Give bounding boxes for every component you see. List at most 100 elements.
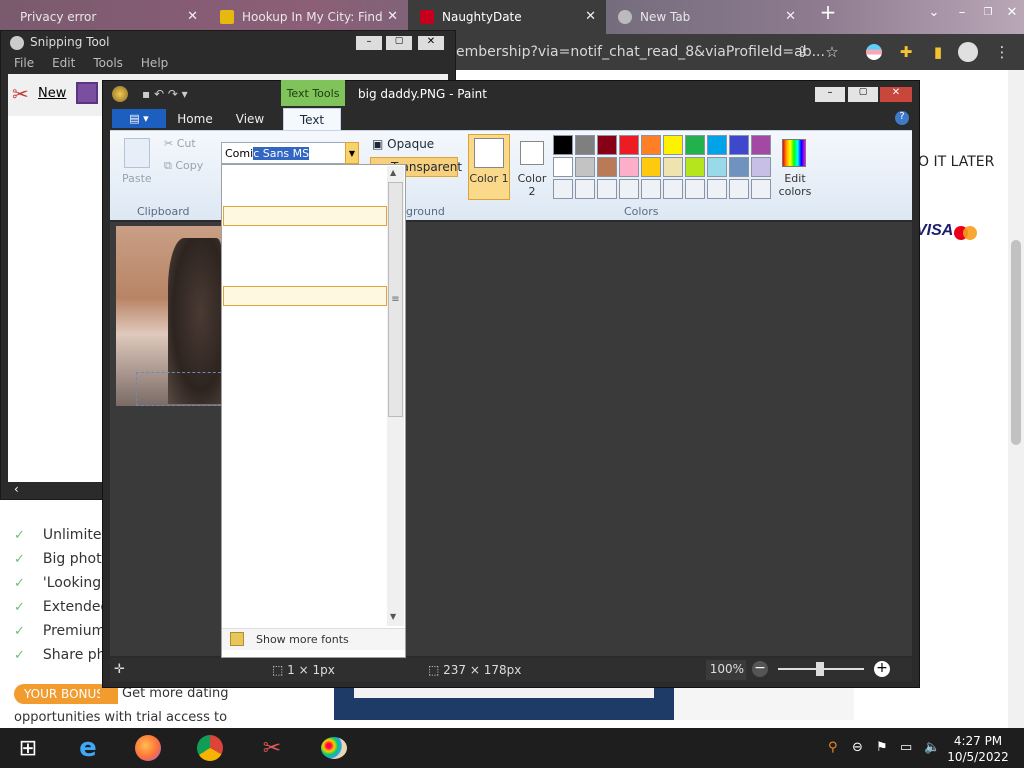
taskbar-clock[interactable]: 4:27 PM 10/5/2022 <box>944 733 1012 765</box>
palette-color-swatch[interactable] <box>597 157 617 177</box>
extensions-icon[interactable]: ✚ <box>896 42 916 62</box>
address-bar[interactable]: embership?via=notif_chat_read_8&viaProfi… <box>452 39 848 65</box>
palette-color-swatch[interactable] <box>553 157 573 177</box>
text-selection-box[interactable] <box>136 372 226 406</box>
maximize-button[interactable]: ▢ <box>848 87 878 102</box>
close-window-button[interactable]: ✕ <box>418 36 444 50</box>
scroll-left-arrow[interactable]: ‹ <box>8 482 102 498</box>
palette-color-swatch[interactable] <box>751 135 771 155</box>
palette-color-swatch[interactable] <box>751 179 771 199</box>
menu-edit[interactable]: Edit <box>52 56 75 70</box>
paint-taskbar-icon[interactable] <box>314 730 354 766</box>
snipping-tool-taskbar-icon[interactable]: ✂ <box>252 730 292 766</box>
paste-button[interactable]: Paste <box>122 172 152 185</box>
quick-access-toolbar[interactable]: ▪ ↶ ↷ ▾ <box>142 87 188 101</box>
palette-color-swatch[interactable] <box>641 179 661 199</box>
close-window-button[interactable]: ✕ <box>880 87 912 102</box>
show-more-fonts-button[interactable]: Show more fonts <box>222 628 405 650</box>
palette-color-swatch[interactable] <box>707 157 727 177</box>
palette-color-swatch[interactable] <box>553 179 573 199</box>
palette-color-swatch[interactable] <box>729 157 749 177</box>
palette-color-swatch[interactable] <box>663 135 683 155</box>
font-list-item[interactable] <box>223 206 387 226</box>
palette-color-swatch[interactable] <box>619 157 639 177</box>
flag-icon[interactable]: ⚑ <box>876 740 888 755</box>
copy-button[interactable]: ⧉ Copy <box>164 159 203 173</box>
tab-home[interactable]: Home <box>170 108 220 130</box>
palette-color-swatch[interactable] <box>575 135 595 155</box>
palette-color-swatch[interactable] <box>597 179 617 199</box>
tab-new-tab[interactable]: New Tab ✕ <box>606 0 806 34</box>
chrome-icon[interactable] <box>190 730 230 766</box>
palette-color-swatch[interactable] <box>641 157 661 177</box>
minimize-button[interactable]: – <box>815 87 845 102</box>
new-snip-button[interactable]: New <box>38 86 66 101</box>
bookmark-star-icon[interactable]: ☆ <box>822 42 842 62</box>
palette-color-swatch[interactable] <box>619 135 639 155</box>
zoom-in-button[interactable]: + <box>874 661 890 677</box>
tab-privacy-error[interactable]: Privacy error ✕ <box>0 0 208 34</box>
palette-color-swatch[interactable] <box>641 135 661 155</box>
tab-naughtydate[interactable]: NaughtyDate ✕ <box>408 0 606 34</box>
close-icon[interactable]: ✕ <box>585 9 596 24</box>
chevron-down-icon[interactable]: ▼ <box>345 142 359 164</box>
close-icon[interactable]: ✕ <box>785 9 796 24</box>
palette-color-swatch[interactable] <box>685 135 705 155</box>
zoom-out-button[interactable]: − <box>752 661 768 677</box>
font-family-combobox[interactable]: Comi c Sans MS <box>221 142 359 164</box>
network-icon[interactable]: ▭ <box>900 740 912 755</box>
palette-color-swatch[interactable] <box>663 157 683 177</box>
volume-icon[interactable]: 🔈 <box>924 740 940 755</box>
font-dropdown-list[interactable] <box>221 164 406 658</box>
firefox-icon[interactable] <box>128 730 168 766</box>
minimize-button[interactable]: – <box>356 36 382 50</box>
tab-hookup[interactable]: Hookup In My City: Find ✕ <box>208 0 408 34</box>
cut-button[interactable]: ✂ Cut <box>164 137 196 150</box>
share-icon[interactable]: ⇪ <box>792 42 812 62</box>
palette-color-swatch[interactable] <box>729 135 749 155</box>
palette-color-swatch[interactable] <box>553 135 573 155</box>
font-list-scrollbar-thumb[interactable]: ≡ <box>388 182 403 417</box>
palette-color-swatch[interactable] <box>729 179 749 199</box>
close-icon[interactable]: ✕ <box>187 9 198 24</box>
scroll-up-arrow[interactable]: ▲ <box>390 168 396 177</box>
palette-color-swatch[interactable] <box>619 179 639 199</box>
help-icon[interactable]: ? <box>895 111 909 125</box>
edit-colors-button[interactable]: Edit colors <box>778 172 812 198</box>
menu-help[interactable]: Help <box>141 56 168 70</box>
close-window-button[interactable]: ✕ <box>996 0 1024 24</box>
palette-color-swatch[interactable] <box>685 179 705 199</box>
zoom-slider-thumb[interactable] <box>816 662 824 676</box>
palette-color-swatch[interactable] <box>707 179 727 199</box>
windows-start-icon[interactable]: ⊞ <box>8 730 48 766</box>
opaque-button[interactable]: ▣ Opaque <box>372 137 434 151</box>
color2-button[interactable] <box>520 141 544 165</box>
maximize-button[interactable]: ▢ <box>386 36 412 50</box>
paint-file-menu-button[interactable]: ▤ ▾ <box>112 109 166 128</box>
account-avatar-icon[interactable] <box>958 42 978 62</box>
menu-tools[interactable]: Tools <box>93 56 123 70</box>
close-icon[interactable]: ✕ <box>387 9 398 24</box>
menu-file[interactable]: File <box>14 56 34 70</box>
page-later-link[interactable]: O IT LATER <box>918 154 994 170</box>
sidepanel-icon[interactable]: ▮ <box>928 42 948 62</box>
new-tab-button[interactable]: + <box>812 0 844 24</box>
page-scrollbar-thumb[interactable] <box>1011 240 1021 445</box>
palette-color-swatch[interactable] <box>597 135 617 155</box>
palette-color-swatch[interactable] <box>575 157 595 177</box>
tray-status-icon[interactable]: ⊖ <box>852 740 863 755</box>
tab-view[interactable]: View <box>226 108 274 130</box>
palette-color-swatch[interactable] <box>685 157 705 177</box>
save-icon[interactable] <box>76 82 98 104</box>
internet-explorer-icon[interactable]: e <box>68 730 108 766</box>
palette-color-swatch[interactable] <box>751 157 771 177</box>
chrome-menu-icon[interactable]: ⋮ <box>992 42 1012 62</box>
paste-icon[interactable] <box>124 138 150 168</box>
font-list-item[interactable] <box>223 286 387 306</box>
search-icon[interactable]: ⚲ <box>828 740 838 755</box>
tab-text[interactable]: Text <box>283 108 341 130</box>
palette-color-swatch[interactable] <box>663 179 683 199</box>
palette-color-swatch[interactable] <box>575 179 595 199</box>
profile-flag-icon[interactable] <box>864 42 884 62</box>
scroll-down-arrow[interactable]: ▼ <box>390 612 396 621</box>
